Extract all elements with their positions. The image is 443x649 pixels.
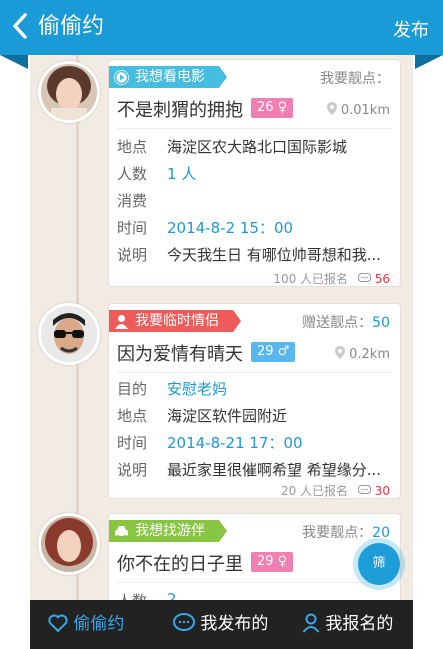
avatar-woman-icon — [41, 64, 97, 120]
detail-row: 地点 海淀区软件园附近 — [117, 407, 288, 425]
points-label: 我要靓点：20 — [302, 525, 390, 541]
tab-label: 我发布的 — [200, 614, 269, 634]
signup-count: 100 人已报名 56 — [273, 272, 390, 286]
points-label: 赠送靓点：50 — [302, 315, 390, 331]
avatar[interactable] — [38, 513, 100, 575]
detail-row: 人数2 — [117, 590, 177, 600]
chevron-left-icon — [13, 13, 27, 39]
age-gender-badge: 29 ♂ — [251, 342, 296, 362]
bottom-tab-bar: 偷偷约 我发布的 我报名的 — [30, 600, 413, 649]
tab-my-signups[interactable]: 我报名的 — [302, 600, 393, 649]
date-card[interactable]: 我要临时情侣 赠送靓点：50 因为爱情有晴天 29 ♂ 0.2km 目的 安慰老妈… — [108, 303, 401, 499]
comment-icon — [357, 485, 371, 494]
category-label: 我想看电影 — [135, 69, 205, 85]
card-headline: 不是刺猬的拥抱 — [117, 100, 243, 121]
header-fold-right — [415, 55, 443, 69]
detail-row: 说明 今天我生日 有哪位帅哥想和我... — [117, 246, 382, 264]
card-headline: 因为爱情有晴天 — [117, 344, 243, 365]
divider — [117, 582, 392, 583]
detail-row: 人数 1 人 — [117, 165, 197, 183]
divider — [117, 128, 392, 129]
tab-toutouyue[interactable]: 偷偷约 — [48, 600, 124, 649]
avatar-man-icon — [41, 306, 97, 362]
heart-icon — [48, 614, 68, 633]
tab-my-posts[interactable]: 我发布的 — [173, 600, 268, 649]
location-pin-icon — [326, 102, 337, 115]
publish-button[interactable]: 发布 — [393, 16, 429, 42]
card-headline: 你不在的日子里 — [117, 554, 243, 575]
detail-row: 目的 安慰老妈 — [117, 380, 228, 398]
category-label: 我要临时情侣 — [135, 313, 219, 329]
play-icon — [114, 70, 129, 85]
detail-row: 时间 2014-8-2 15：00 — [117, 219, 294, 237]
back-button[interactable] — [12, 12, 28, 45]
feed-list[interactable]: 我想看电影 我要靓点： 不是刺猬的拥抱 26 ♀ 0.01km 地点 海淀区农大路… — [30, 55, 413, 600]
points-label: 我要靓点： — [320, 71, 390, 87]
detail-row: 地点 海淀区农大路北口国际影城 — [117, 138, 348, 156]
comment-icon — [357, 273, 371, 282]
divider — [117, 372, 392, 373]
detail-row: 说明 最近家里很催啊希望 希望缘分... — [117, 461, 382, 479]
top-header: 偷偷约 发布 — [0, 0, 443, 55]
car-icon — [114, 524, 129, 539]
chat-bubble-icon — [173, 613, 195, 631]
category-tag: 我想找游伴 — [109, 520, 227, 542]
category-tag: 我想看电影 — [109, 66, 227, 88]
signup-count: 20 人已报名 30 — [280, 484, 390, 498]
age-gender-badge: 29 ♀ — [251, 552, 294, 572]
tab-label: 我报名的 — [325, 614, 394, 634]
date-card[interactable]: 我想看电影 我要靓点： 不是刺猬的拥抱 26 ♀ 0.01km 地点 海淀区农大路… — [108, 59, 401, 287]
avatar[interactable] — [38, 61, 100, 123]
detail-row: 消费 — [117, 192, 148, 210]
age-gender-badge: 26 ♀ — [251, 98, 294, 118]
distance-label: 0.01km — [326, 102, 390, 118]
header-fold-left — [0, 55, 28, 69]
user-icon — [302, 613, 320, 633]
avatar[interactable] — [38, 303, 100, 365]
date-card[interactable]: 我想找游伴 我要靓点：20 你不在的日子里 29 ♀ 人数2 — [108, 513, 401, 600]
category-tag: 我要临时情侣 — [109, 310, 241, 332]
detail-row: 时间 2014-8-21 17：00 — [117, 434, 303, 452]
avatar-woman-icon — [41, 516, 97, 572]
filter-button[interactable]: 筛 — [358, 543, 400, 585]
tab-label: 偷偷约 — [73, 614, 125, 634]
location-pin-icon — [334, 346, 345, 359]
page-title: 偷偷约 — [38, 14, 105, 39]
person-icon — [114, 314, 129, 329]
distance-label: 0.2km — [334, 346, 390, 362]
category-label: 我想找游伴 — [135, 523, 205, 539]
